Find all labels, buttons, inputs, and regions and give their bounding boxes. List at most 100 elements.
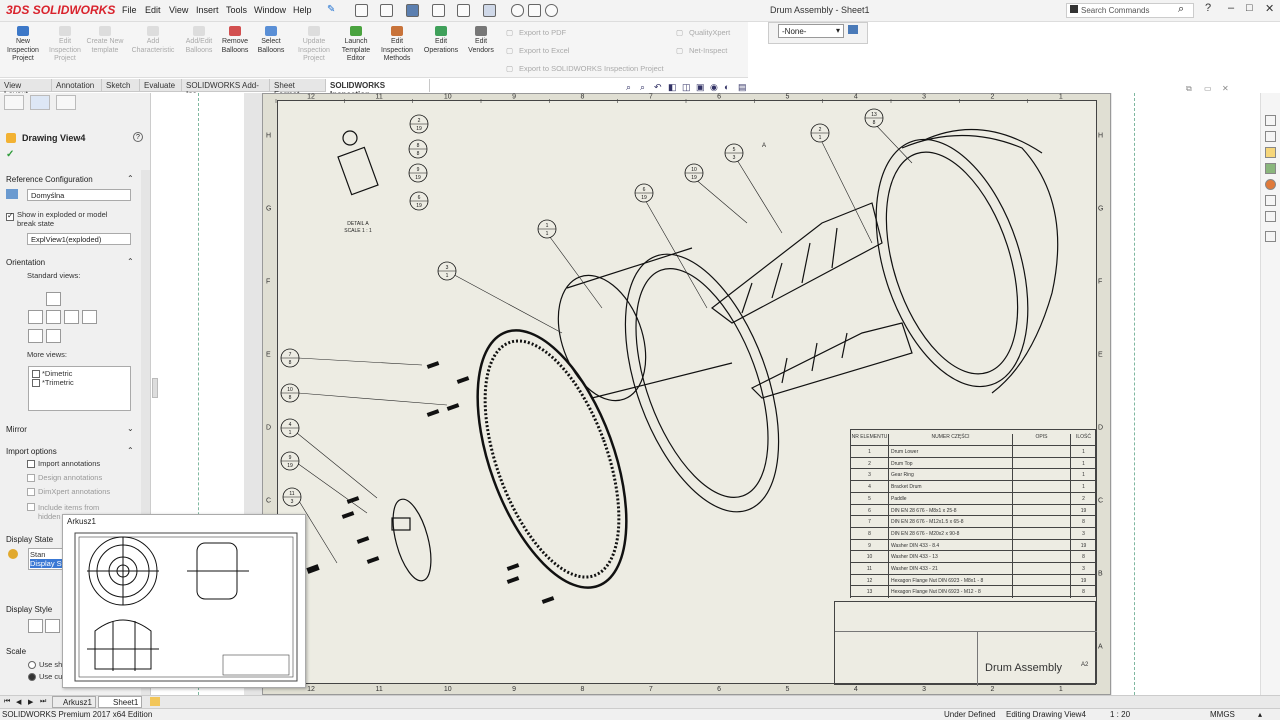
next-sheet-icon[interactable]: ▶: [28, 698, 33, 706]
home-icon[interactable]: [1265, 115, 1276, 126]
menu-tools[interactable]: Tools: [226, 5, 247, 15]
add-sheet-icon[interactable]: [150, 697, 160, 706]
create-new-template-button[interactable]: Create New template: [86, 26, 124, 55]
collapse-icon[interactable]: ⌃: [127, 446, 134, 455]
tab-solidworks-addins[interactable]: SOLIDWORKS Add-Ins: [182, 79, 270, 99]
reference-config-select[interactable]: Domyślna: [27, 189, 131, 201]
collapse-icon[interactable]: ⌃: [127, 257, 134, 266]
balloon[interactable]: 1019: [684, 163, 704, 183]
resources-icon[interactable]: [1265, 131, 1276, 142]
include-hidden-checkbox[interactable]: [27, 503, 35, 511]
custom-properties-icon[interactable]: [1265, 195, 1276, 206]
balloon[interactable]: 919: [280, 451, 300, 471]
display-state-list[interactable]: Stan wyśw Display St: [28, 548, 64, 570]
select-balloons-button[interactable]: Select Balloons: [254, 26, 288, 55]
help-icon[interactable]: ?: [133, 132, 143, 142]
balloon[interactable]: 41: [280, 418, 300, 438]
new-document-icon[interactable]: [355, 4, 368, 17]
last-sheet-icon[interactable]: ⏭: [40, 698, 46, 706]
restore-button[interactable]: □: [1246, 2, 1253, 14]
configuration-icon[interactable]: [848, 25, 858, 34]
isometric-view-button[interactable]: [28, 329, 43, 343]
menu-insert[interactable]: Insert: [196, 5, 219, 15]
hide-show-icon[interactable]: ◉: [710, 82, 718, 93]
use-custom-scale-radio[interactable]: [28, 673, 36, 681]
save-icon[interactable]: [406, 4, 419, 17]
menu-view[interactable]: View: [169, 5, 188, 15]
balloon[interactable]: 31: [437, 261, 457, 281]
balloon[interactable]: 11: [537, 219, 557, 239]
balloon[interactable]: 619: [634, 183, 654, 203]
edit-operations-button[interactable]: Edit Operations: [420, 26, 462, 55]
remove-balloons-button[interactable]: Remove Balloons: [218, 26, 252, 55]
scene-icon[interactable]: ◐: [724, 82, 729, 92]
balloon[interactable]: 78: [280, 348, 300, 368]
select-arrow-icon[interactable]: [483, 4, 496, 17]
display-style-icon[interactable]: ▣: [696, 82, 705, 93]
undo-icon[interactable]: [457, 4, 470, 17]
chevron-down-icon[interactable]: ▾: [836, 26, 840, 35]
open-folder-icon[interactable]: [380, 4, 393, 17]
tab-view-layout[interactable]: View Layout: [0, 79, 52, 99]
tab-solidworks-inspection[interactable]: SOLIDWORKS Inspection: [326, 79, 430, 99]
view-palette-icon[interactable]: [1265, 231, 1276, 242]
export-pdf-button[interactable]: Export to PDF: [519, 28, 566, 37]
hidden-lines-style-button[interactable]: [45, 619, 60, 633]
prev-sheet-icon[interactable]: ◀: [16, 698, 21, 706]
menu-file[interactable]: File: [122, 5, 137, 15]
print-icon[interactable]: [432, 4, 445, 17]
solidworks-logo[interactable]: 3DS SOLIDWORKS: [6, 3, 115, 17]
section-view-icon[interactable]: ◧: [668, 82, 677, 93]
balloon[interactable]: 21: [810, 123, 830, 143]
front-view-button[interactable]: [46, 310, 61, 324]
add-characteristic-button[interactable]: Add Characteristic: [128, 26, 178, 55]
minimize-button[interactable]: –: [1228, 2, 1234, 14]
zoom-to-fit-icon[interactable]: ⌕: [626, 82, 631, 93]
help-icon[interactable]: ?: [1205, 2, 1211, 14]
dimxpert-checkbox[interactable]: [27, 488, 35, 496]
display-state-header[interactable]: Display State: [6, 535, 53, 544]
scale-header[interactable]: Scale: [6, 647, 26, 656]
sheet-tab-sheet1[interactable]: Sheet1: [98, 696, 142, 708]
expand-icon[interactable]: ⌄: [127, 424, 134, 433]
unit-system[interactable]: MMGS: [1210, 710, 1235, 719]
tile-view-icon[interactable]: ▭: [1204, 84, 1212, 93]
panel-splitter-handle[interactable]: [152, 378, 158, 398]
mirror-header[interactable]: Mirror: [6, 425, 27, 434]
trimetric-checkbox[interactable]: [32, 379, 40, 387]
view-settings-icon[interactable]: ▤: [738, 82, 747, 93]
new-inspection-project-button[interactable]: New Inspection Project: [4, 26, 42, 64]
menu-edit[interactable]: Edit: [145, 5, 161, 15]
edit-inspection-project-button[interactable]: Edit Inspection Project: [46, 26, 84, 64]
edit-vendors-button[interactable]: Edit Vendors: [464, 26, 498, 55]
import-options-header[interactable]: Import options: [6, 447, 57, 456]
sheet-scale[interactable]: 1 : 20: [1110, 710, 1130, 719]
use-sheet-scale-radio[interactable]: [28, 661, 36, 669]
menu-help[interactable]: Help: [293, 5, 312, 15]
rebuild-icon[interactable]: [511, 4, 524, 17]
update-inspection-project-button[interactable]: Update Inspection Project: [294, 26, 334, 64]
launch-template-editor-button[interactable]: Launch Template Editor: [338, 26, 374, 64]
search-icon[interactable]: ⌕: [1178, 3, 1184, 16]
tab-sketch[interactable]: Sketch: [102, 79, 140, 92]
balloon[interactable]: 919: [408, 163, 428, 183]
tab-evaluate[interactable]: Evaluate: [140, 79, 182, 92]
wireframe-style-button[interactable]: [28, 619, 43, 633]
display-style-header[interactable]: Display Style: [6, 605, 52, 614]
tab-annotation[interactable]: Annotation: [52, 79, 102, 92]
net-inspect-button[interactable]: Net-Inspect: [689, 46, 727, 55]
previous-view-icon[interactable]: ↶: [654, 82, 662, 93]
export-excel-button[interactable]: Export to Excel: [519, 46, 569, 55]
orientation-header[interactable]: Orientation: [6, 258, 45, 267]
zoom-area-icon[interactable]: ⌕: [640, 82, 645, 93]
balloon[interactable]: 88: [408, 139, 428, 159]
right-view-button[interactable]: [64, 310, 79, 324]
collapse-icon[interactable]: ⌃: [127, 174, 134, 183]
restore-view-icon[interactable]: ⧉: [1186, 84, 1192, 94]
view-orientation-icon[interactable]: ◫: [682, 82, 691, 93]
reference-config-header[interactable]: Reference Configuration: [6, 175, 93, 184]
first-sheet-icon[interactable]: ⏮: [4, 698, 10, 706]
add-edit-balloons-button[interactable]: Add/Edit Balloons: [180, 26, 218, 55]
options-gear-icon[interactable]: [545, 4, 558, 17]
file-explorer-icon[interactable]: [1265, 163, 1276, 174]
